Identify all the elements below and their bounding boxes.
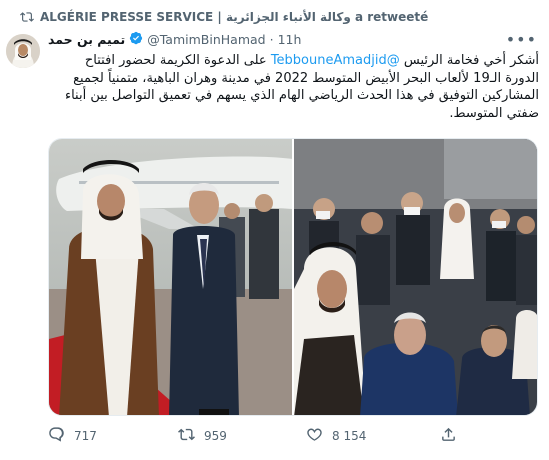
share-icon — [440, 426, 457, 446]
like-button[interactable]: 8 154 — [306, 426, 440, 446]
tweet-text: أشكر أخي فخامة الرئيس @TebbouneAmadjid ع… — [48, 52, 539, 122]
share-button[interactable] — [440, 426, 457, 446]
media-grid — [48, 138, 538, 416]
retweet-context-text: ALGÉRIE PRESSE SERVICE | وكالة الأنباء ا… — [40, 10, 429, 24]
more-icon[interactable]: ••• — [506, 30, 537, 49]
retweet-count: 959 — [204, 429, 227, 443]
reply-icon — [48, 426, 65, 446]
verified-badge-icon — [129, 31, 143, 48]
reply-count: 717 — [74, 429, 97, 443]
mention-link[interactable]: @TebbouneAmadjid — [271, 53, 400, 68]
like-count: 8 154 — [332, 429, 367, 443]
avatar[interactable] — [6, 34, 40, 68]
separator-dot: · — [269, 32, 274, 47]
tweet-timestamp[interactable]: 11h — [278, 32, 302, 47]
user-handle[interactable]: @TamimBinHamad — [147, 32, 265, 47]
tweet-header: تميم بن حمد @TamimBinHamad · 11h — [48, 31, 301, 48]
retweet-icon — [178, 426, 195, 446]
reply-button[interactable]: 717 — [48, 426, 178, 446]
retweet-icon — [20, 10, 34, 24]
tweet-text-part-1: أشكر أخي فخامة الرئيس — [403, 53, 539, 68]
heart-icon — [306, 426, 323, 446]
display-name[interactable]: تميم بن حمد — [48, 32, 125, 47]
retweet-context[interactable]: ALGÉRIE PRESSE SERVICE | وكالة الأنباء ا… — [20, 8, 428, 26]
photo-left[interactable] — [49, 139, 292, 415]
photo-right[interactable] — [294, 139, 537, 415]
retweet-button[interactable]: 959 — [178, 426, 306, 446]
tweet-actions: 717 959 8 154 — [48, 426, 538, 446]
